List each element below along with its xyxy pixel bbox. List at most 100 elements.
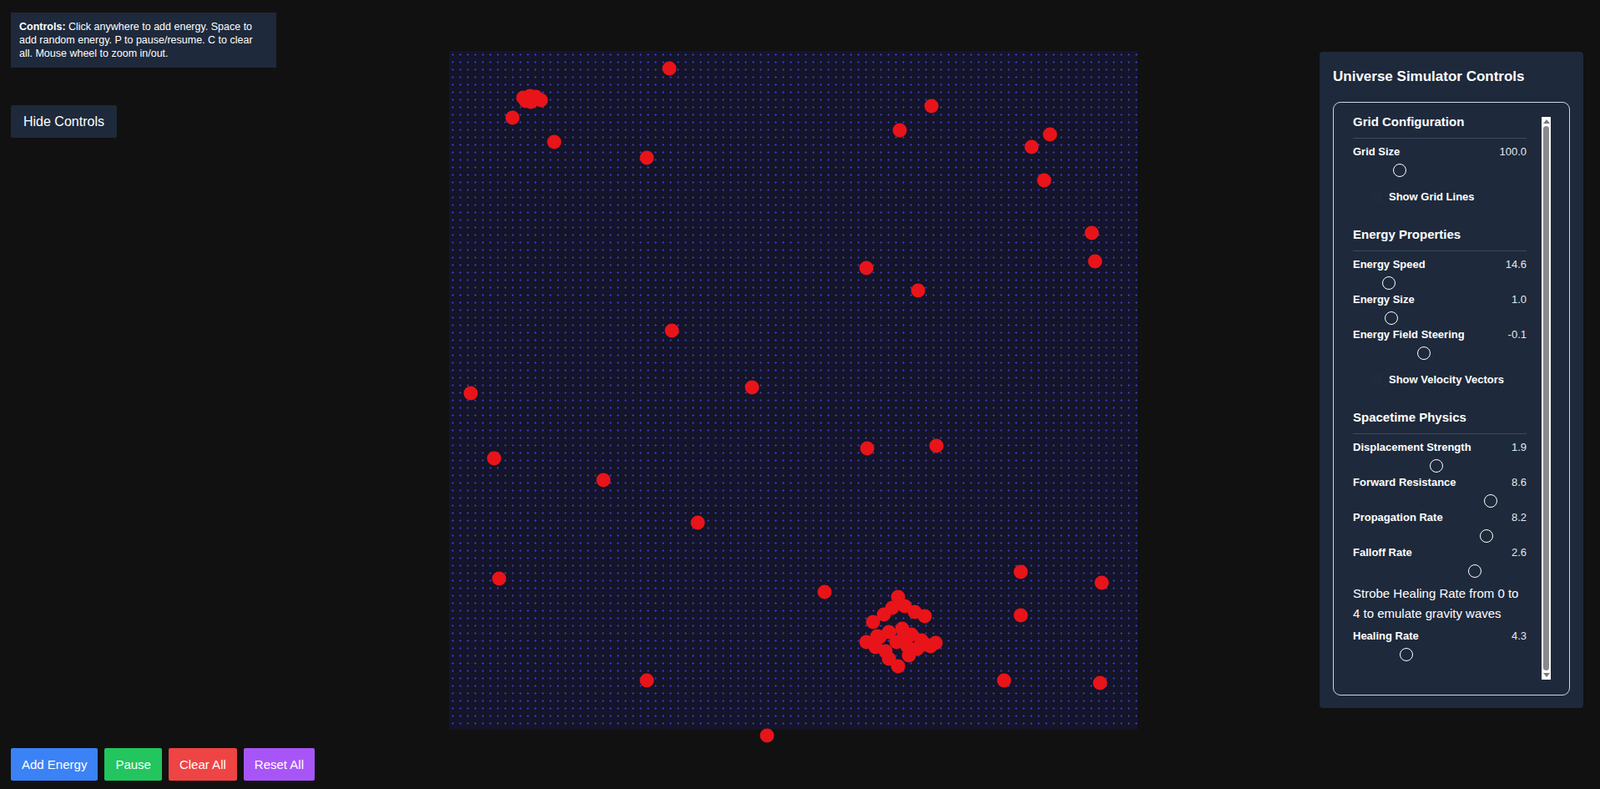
slider-label: Energy Size: [1352, 292, 1415, 308]
energy-particle: [745, 380, 760, 395]
energy-particle: [902, 647, 917, 662]
energy-particle: [924, 98, 939, 113]
energy-particle: [890, 659, 905, 674]
energy-particle: [870, 628, 885, 643]
energy-particle: [929, 439, 944, 454]
slider-thumb[interactable]: [1468, 564, 1482, 578]
control-section: Grid Configuration Grid Size 100.0 Show Gri…: [1352, 113, 1527, 205]
energy-particle: [639, 151, 654, 166]
control-section: Energy PropertiesEnergy Speed14.6Energy …: [1352, 226, 1527, 388]
slider-track[interactable]: [1352, 311, 1527, 325]
energy-particle: [690, 515, 705, 530]
slider-thumb[interactable]: [1399, 647, 1414, 662]
energy-particle: [893, 123, 908, 138]
slider-thumb[interactable]: [1382, 276, 1396, 290]
slider-thumb[interactable]: [1384, 311, 1399, 325]
slider-label: Energy Field Steering: [1352, 327, 1465, 343]
action-bar: Add EnergyPauseClear AllReset All: [10, 747, 315, 781]
energy-particle: [760, 728, 775, 743]
checkbox-box[interactable]: [1371, 373, 1383, 385]
action-button[interactable]: Clear All: [168, 747, 238, 781]
scrollbar-thumb[interactable]: [1543, 126, 1550, 671]
action-button[interactable]: Reset All: [243, 747, 315, 781]
slider-control: Energy Field Steering-0.1: [1352, 327, 1527, 363]
energy-particle: [1043, 126, 1058, 142]
energy-particle: [486, 450, 501, 465]
controls-scroll-box[interactable]: Grid Configuration Grid Size 100.0 Show Gri…: [1332, 101, 1570, 696]
slider-track[interactable]: [1352, 494, 1527, 508]
section-title: Grid Configuration: [1352, 113, 1527, 139]
energy-particle: [1013, 608, 1028, 623]
energy-particle: [595, 472, 611, 487]
scrollbar[interactable]: [1541, 116, 1551, 680]
checkbox-control[interactable]: Show Velocity Vectors: [1352, 370, 1527, 388]
energy-particle: [1036, 173, 1051, 188]
slider-value: 8.2: [1511, 509, 1527, 525]
slider-value: 14.6: [1505, 257, 1527, 273]
hint-note: Strobe Healing Rate from 0 to 4 to emula…: [1352, 583, 1527, 624]
slider-value: 1.9: [1511, 439, 1527, 455]
slider-label: Propagation Rate: [1352, 509, 1444, 525]
slider-track[interactable]: [1352, 163, 1527, 177]
slider-thumb[interactable]: [1417, 346, 1431, 360]
spacetime-canvas[interactable]: [449, 50, 1138, 730]
energy-particle: [918, 637, 933, 652]
scroll-up-icon[interactable]: [1543, 119, 1550, 124]
slider-track[interactable]: [1352, 346, 1527, 360]
slider-value: 4.3: [1511, 628, 1527, 644]
energy-particle: [910, 282, 925, 298]
energy-particle: [817, 584, 832, 599]
slider-thumb[interactable]: [1483, 494, 1498, 508]
energy-particle: [996, 673, 1011, 688]
energy-particle: [665, 323, 680, 338]
energy-particle: [918, 609, 933, 624]
energy-particle: [1092, 675, 1107, 690]
slider-track[interactable]: [1352, 564, 1527, 578]
slider-control: Falloff Rate2.6: [1352, 545, 1527, 581]
hide-controls-button[interactable]: Hide Controls: [10, 105, 117, 138]
slider-track[interactable]: [1352, 647, 1527, 662]
controls-help: Controls: Click anywhere to add energy. …: [10, 12, 277, 68]
energy-particle: [1084, 225, 1099, 240]
slider-control: Healing Rate 4.3: [1352, 628, 1527, 664]
energy-particle: [547, 134, 562, 149]
slider-label: Forward Resistance: [1352, 474, 1457, 490]
slider-label: Falloff Rate: [1352, 545, 1413, 561]
checkbox-box[interactable]: [1371, 191, 1383, 202]
energy-particle: [1095, 575, 1110, 590]
slider-label: Energy Speed: [1352, 257, 1426, 273]
slider-thumb[interactable]: [1429, 459, 1444, 473]
slider-track[interactable]: [1352, 529, 1527, 543]
energy-particle: [1024, 139, 1039, 154]
action-button[interactable]: Pause: [104, 747, 162, 781]
energy-particle: [463, 385, 478, 400]
action-button[interactable]: Add Energy: [10, 747, 98, 781]
slider-label: Healing Rate: [1352, 628, 1419, 644]
slider-value: 100.0: [1499, 144, 1527, 160]
scroll-down-icon[interactable]: [1543, 672, 1550, 677]
slider-track[interactable]: [1352, 459, 1527, 473]
energy-particle: [1013, 564, 1028, 579]
slider-track[interactable]: [1352, 276, 1527, 290]
slider-thumb[interactable]: [1479, 529, 1494, 543]
energy-particle: [492, 570, 507, 586]
checkbox-label: Show Velocity Vectors: [1388, 373, 1505, 386]
slider-label: Displacement Strength: [1352, 439, 1472, 455]
slider-thumb[interactable]: [1393, 163, 1407, 177]
energy-particle: [639, 673, 654, 688]
section-title: Spacetime Physics: [1352, 408, 1527, 435]
slider-value: 1.0: [1511, 292, 1527, 308]
energy-particle: [859, 441, 874, 456]
help-label: Controls:: [19, 20, 66, 33]
checkbox-control[interactable]: Show Grid Lines: [1352, 187, 1527, 205]
slider-label: Grid Size: [1352, 144, 1400, 160]
slider-value: 8.6: [1511, 474, 1527, 490]
energy-particle: [897, 628, 912, 643]
energy-particle: [858, 261, 874, 276]
slider-control: Energy Size 1.0: [1352, 292, 1527, 328]
energy-particle: [662, 61, 677, 76]
checkbox-label: Show Grid Lines: [1388, 190, 1475, 203]
energy-particle: [518, 94, 533, 109]
slider-control: Energy Speed 14.6: [1352, 257, 1527, 293]
energy-particle: [1087, 254, 1102, 269]
